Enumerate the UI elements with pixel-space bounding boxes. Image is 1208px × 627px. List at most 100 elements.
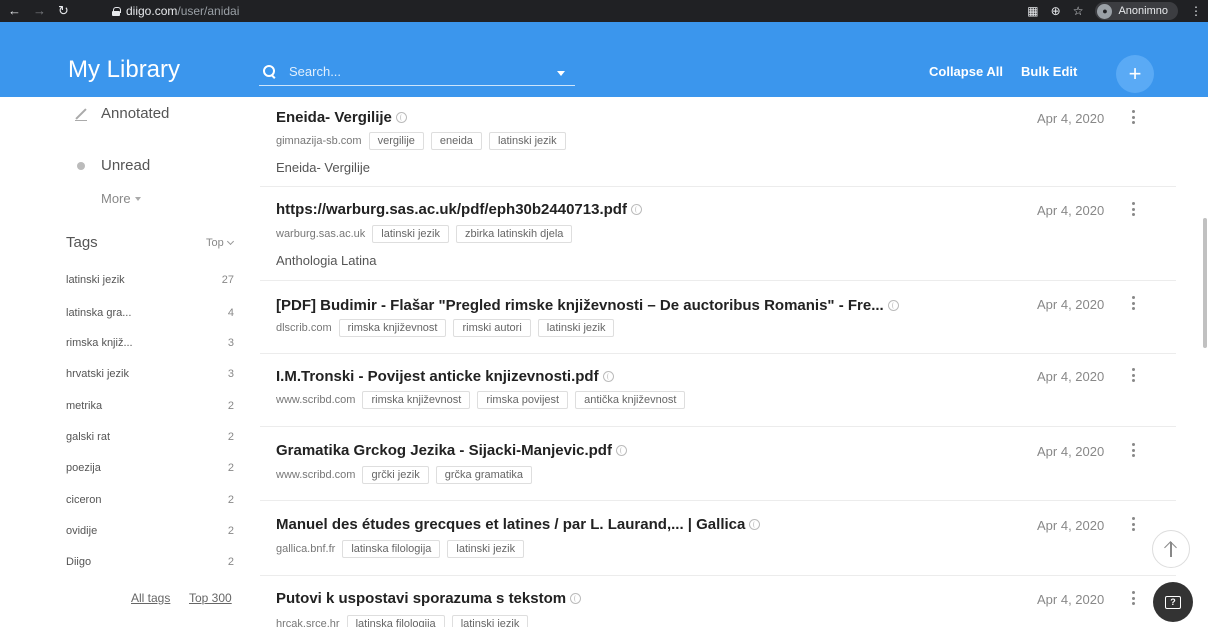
tag-item[interactable]: Diigo 2 <box>66 556 234 568</box>
tag-count: 3 <box>227 337 234 349</box>
bookmark-tag[interactable]: grčka gramatika <box>435 466 533 484</box>
bookmark-title-text: I.M.Tronski - Povijest anticke knjizevno… <box>276 368 599 385</box>
collapse-all-button[interactable]: Collapse All <box>929 64 1003 79</box>
more-options-icon[interactable] <box>1132 591 1136 605</box>
bookmark-tag[interactable]: eneida <box>430 132 482 150</box>
bulk-edit-button[interactable]: Bulk Edit <box>1021 64 1077 79</box>
bookmark-item: Eneida- Vergilije gimnazija-sb.com vergi… <box>260 97 1176 187</box>
bookmark-tag[interactable]: rimska književnost <box>362 391 471 409</box>
bookmark-tag[interactable]: latinski jezik <box>451 615 529 627</box>
bookmark-description: Eneida- Vergilije <box>276 160 370 175</box>
bookmark-domain[interactable]: hrcak.srce.hr <box>276 618 340 627</box>
reload-icon[interactable]: ↻ <box>58 0 69 22</box>
back-icon[interactable]: ← <box>8 0 21 22</box>
tag-item[interactable]: latinska gra... 4 <box>66 307 234 319</box>
bookmark-tag[interactable]: latinski jezik <box>447 540 525 558</box>
tag-item[interactable]: galski rat 2 <box>66 431 234 443</box>
translate-icon[interactable]: ▦ <box>1027 4 1038 18</box>
tag-item[interactable]: poezija 2 <box>66 462 234 474</box>
tag-name: galski rat <box>66 431 111 443</box>
bookmark-title[interactable]: https://warburg.sas.ac.uk/pdf/eph30b2440… <box>276 201 642 218</box>
profile-button[interactable]: ● Anonimno <box>1095 2 1178 20</box>
tag-count: 2 <box>227 556 234 568</box>
bookmark-domain[interactable]: www.scribd.com <box>276 469 355 481</box>
bookmark-domain[interactable]: gallica.bnf.fr <box>276 543 335 555</box>
pencil-icon <box>75 108 87 121</box>
bookmark-title[interactable]: [PDF] Budimir - Flašar "Pregled rimske k… <box>276 297 899 314</box>
bookmark-tag[interactable]: rimska povijest <box>477 391 569 409</box>
bookmark-tag[interactable]: grčki jezik <box>362 466 429 484</box>
bookmark-domain[interactable]: www.scribd.com <box>276 394 355 406</box>
browser-menu-icon[interactable]: ⋮ <box>1190 4 1202 18</box>
bookmark-tag[interactable]: latinski jezik <box>488 132 566 150</box>
feedback-button[interactable]: ? <box>1153 582 1193 622</box>
bookmark-tag[interactable]: vergilije <box>368 132 424 150</box>
bookmark-item: [PDF] Budimir - Flašar "Pregled rimske k… <box>260 281 1176 354</box>
bookmark-domain[interactable]: gimnazija-sb.com <box>276 135 362 147</box>
bookmark-title[interactable]: Eneida- Vergilije <box>276 109 407 126</box>
tag-item[interactable]: ovidije 2 <box>66 525 234 537</box>
add-bookmark-button[interactable]: + <box>1116 55 1154 93</box>
bookmark-tag[interactable]: zbirka latinskih djela <box>455 225 573 243</box>
bookmark-domain[interactable]: dlscrib.com <box>276 322 332 334</box>
bookmark-date: Apr 4, 2020 <box>1037 111 1105 126</box>
search-input[interactable] <box>289 64 539 79</box>
sidebar-item-annotated[interactable]: Annotated <box>75 105 169 122</box>
tag-item[interactable]: metrika 2 <box>66 400 234 412</box>
bookmark-tag[interactable]: latinska filologija <box>342 540 441 558</box>
bookmark-title[interactable]: Putovi k uspostavi sporazuma s tekstom <box>276 590 582 607</box>
more-options-icon[interactable] <box>1132 296 1136 310</box>
address-bar[interactable]: diigo.com /user/anidai <box>112 4 239 18</box>
tag-name: latinski jezik <box>66 274 125 286</box>
bookmark-title[interactable]: Gramatika Grckog Jezika - Sijacki-Manjev… <box>276 442 627 459</box>
more-options-icon[interactable] <box>1132 443 1136 457</box>
bookmark-title-text: Gramatika Grckog Jezika - Sijacki-Manjev… <box>276 442 612 459</box>
top-300-link[interactable]: Top 300 <box>189 591 232 605</box>
all-tags-link[interactable]: All tags <box>131 591 170 605</box>
bookmark-tag[interactable]: latinski jezik <box>372 225 449 243</box>
bookmark-meta: hrcak.srce.hr latinska filologija latins… <box>276 615 529 627</box>
globe-icon <box>395 112 407 123</box>
tag-name: latinska gra... <box>66 307 132 319</box>
bookmark-tag[interactable]: rimska književnost <box>338 319 447 337</box>
browser-nav: ← → ↻ <box>0 0 112 22</box>
star-icon[interactable]: ☆ <box>1073 4 1084 18</box>
bookmark-item: Gramatika Grckog Jezika - Sijacki-Manjev… <box>260 427 1176 501</box>
bookmark-title[interactable]: Manuel des études grecques et latines / … <box>276 516 761 533</box>
bookmark-title[interactable]: I.M.Tronski - Povijest anticke knjizevno… <box>276 368 614 385</box>
tag-count: 27 <box>221 274 234 286</box>
bookmark-tag[interactable]: rimski autori <box>453 319 531 337</box>
bookmark-date: Apr 4, 2020 <box>1037 369 1105 384</box>
bookmark-meta: gallica.bnf.fr latinska filologija latin… <box>276 540 525 558</box>
profile-name: Anonimno <box>1118 5 1168 17</box>
tag-item[interactable]: ciceron 2 <box>66 494 234 506</box>
scrollbar-thumb[interactable] <box>1203 218 1207 348</box>
tags-sort-dropdown[interactable]: Top <box>206 237 234 249</box>
more-options-icon[interactable] <box>1132 202 1136 216</box>
tags-heading: Tags <box>66 234 98 251</box>
more-options-icon[interactable] <box>1132 368 1136 382</box>
scroll-to-top-button[interactable] <box>1152 530 1190 568</box>
more-options-icon[interactable] <box>1132 517 1136 531</box>
bookmark-tag[interactable]: latinska filologija <box>346 615 445 627</box>
bookmark-title-text: https://warburg.sas.ac.uk/pdf/eph30b2440… <box>276 201 627 218</box>
tag-item[interactable]: hrvatski jezik 3 <box>66 368 234 380</box>
forward-icon[interactable]: → <box>33 0 46 22</box>
more-options-icon[interactable] <box>1132 110 1136 124</box>
bookmark-tag[interactable]: latinski jezik <box>537 319 615 337</box>
zoom-icon[interactable]: ⊕ <box>1051 4 1061 18</box>
search-bar[interactable] <box>259 58 575 86</box>
more-button[interactable]: More <box>101 191 141 206</box>
bookmark-item: Putovi k uspostavi sporazuma s tekstom h… <box>260 576 1176 627</box>
search-dropdown-icon[interactable] <box>557 71 565 76</box>
bookmark-domain[interactable]: warburg.sas.ac.uk <box>276 228 365 240</box>
bookmark-title-text: Putovi k uspostavi sporazuma s tekstom <box>276 590 567 607</box>
bookmark-tag[interactable]: antička književnost <box>575 391 686 409</box>
bookmark-meta: warburg.sas.ac.uk latinski jezik zbirka … <box>276 225 573 243</box>
tag-name: ovidije <box>66 525 98 537</box>
tag-item[interactable]: latinski jezik 27 <box>66 274 234 286</box>
app-header: My Library Collapse All Bulk Edit + <box>0 22 1208 97</box>
sidebar-item-unread[interactable]: Unread <box>75 157 150 174</box>
tag-item[interactable]: rimska knjiž... 3 <box>66 337 234 349</box>
bookmark-meta: www.scribd.com rimska književnost rimska… <box>276 391 686 409</box>
